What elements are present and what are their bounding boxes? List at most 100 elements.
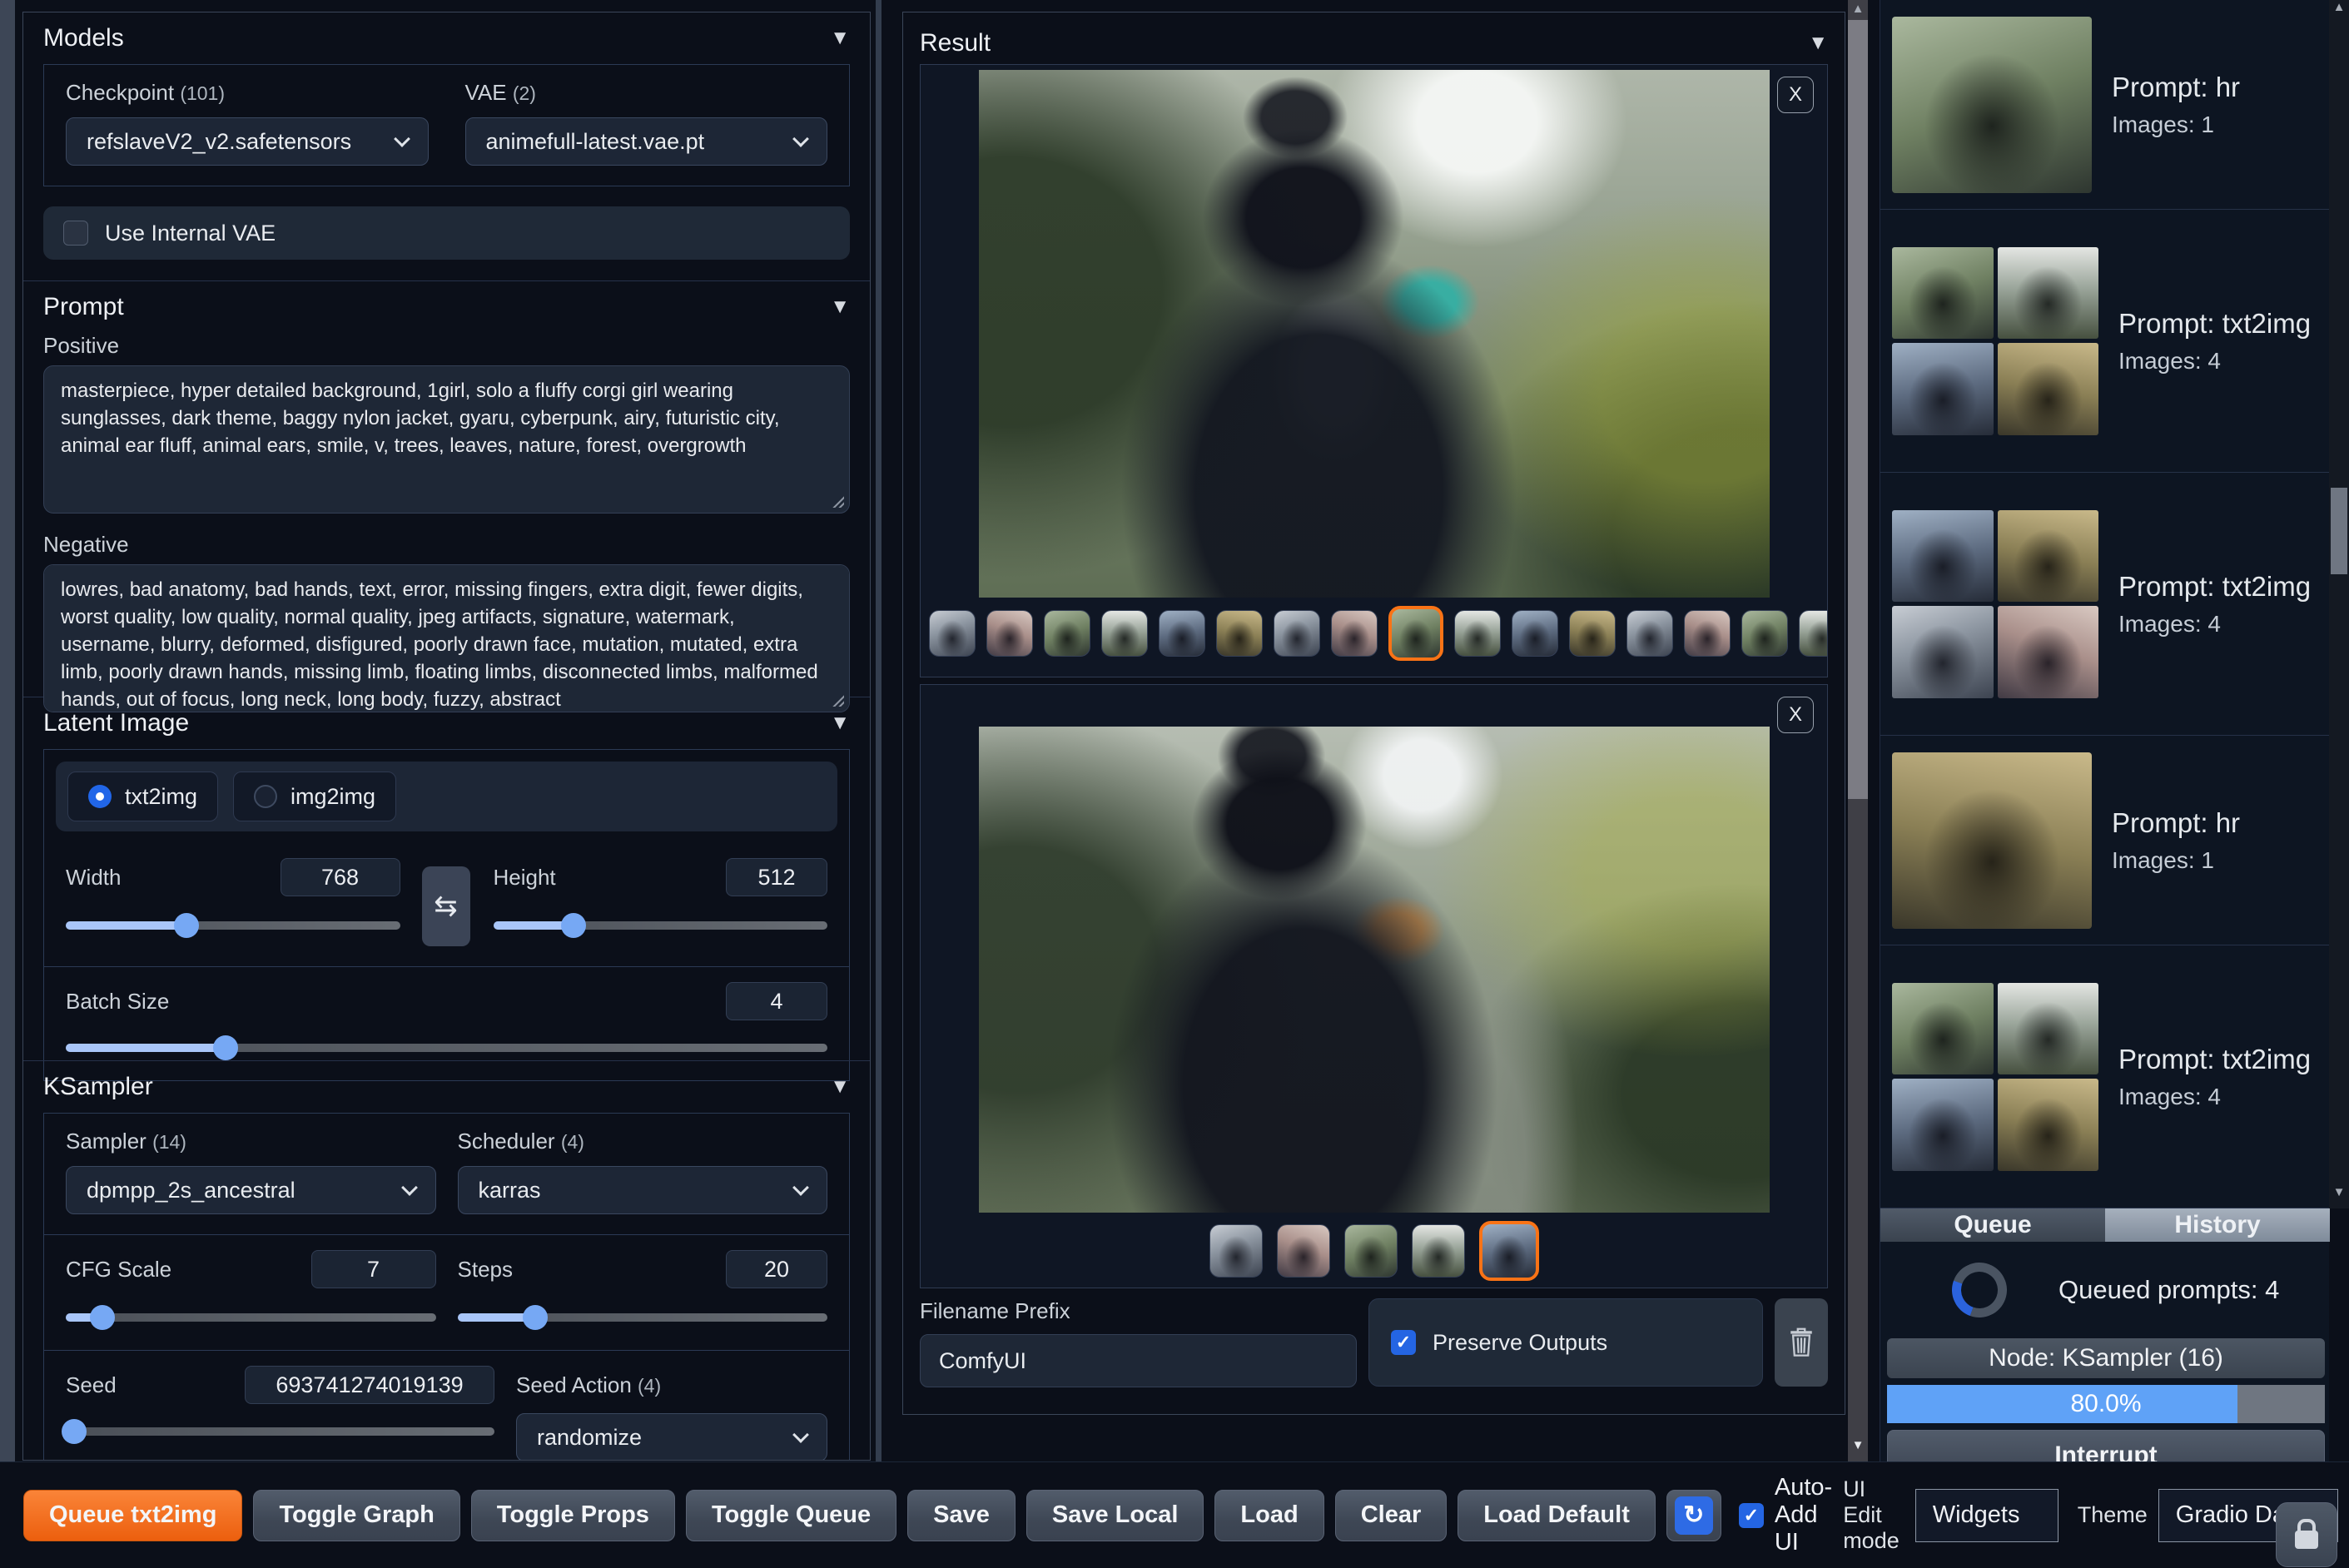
gallery-thumbnail[interactable] (1454, 610, 1501, 657)
gallery-thumbnail[interactable] (1101, 610, 1148, 657)
tab-queue[interactable]: Queue (1880, 1208, 2105, 1242)
filename-prefix-input[interactable]: ComfyUI (920, 1334, 1357, 1387)
gallery-thumbnail[interactable] (1274, 610, 1320, 657)
gallery-thumbnail[interactable] (1512, 610, 1558, 657)
gallery-thumbnail[interactable] (1411, 1224, 1465, 1278)
preserve-outputs-checkbox[interactable]: ✓ (1391, 1330, 1416, 1355)
gallery-thumbnail[interactable] (1044, 610, 1090, 657)
gallery-thumbnail[interactable] (1159, 610, 1205, 657)
toggle-graph-button[interactable]: Toggle Graph (253, 1489, 460, 1541)
collapse-icon[interactable]: ▼ (830, 27, 850, 50)
scroll-down-icon[interactable]: ▼ (2329, 1185, 2349, 1199)
batch-size-slider[interactable] (66, 1035, 827, 1060)
swap-dimensions-button[interactable]: ⇆ (421, 866, 470, 946)
queue-history-tabs: Queue History (1880, 1208, 2330, 1242)
collapse-icon[interactable]: ▼ (1808, 32, 1828, 55)
toggle-props-button[interactable]: Toggle Props (470, 1489, 675, 1541)
gallery-thumbnail[interactable] (1276, 1224, 1330, 1278)
queue-txt2img-button[interactable]: Queue txt2img (23, 1489, 243, 1541)
gallery-thumbnail[interactable] (1569, 610, 1616, 657)
scroll-up-icon[interactable]: ▲ (2329, 0, 2349, 14)
gallery-thumbnail[interactable] (1331, 610, 1378, 657)
slider-handle[interactable] (62, 1419, 87, 1444)
use-internal-vae-label: Use Internal VAE (105, 220, 276, 246)
auto-add-ui-checkbox[interactable]: ✓ (1738, 1502, 1764, 1528)
steps-input[interactable]: 20 (726, 1250, 827, 1288)
width-slider[interactable] (66, 913, 400, 938)
scroll-down-icon[interactable]: ▼ (1848, 1438, 1868, 1452)
history-item-image-count: Images: 1 (2112, 111, 2214, 137)
slider-handle[interactable] (173, 913, 199, 938)
height-input[interactable]: 512 (726, 858, 827, 896)
mode-radio-group: txt2img img2img (56, 762, 837, 831)
gallery-thumbnail[interactable] (929, 610, 976, 657)
slider-handle[interactable] (90, 1305, 116, 1330)
seed-action-dropdown[interactable]: randomize (516, 1413, 827, 1460)
gallery-thumbnail[interactable] (1799, 610, 1827, 657)
left-panel-scrollbar[interactable] (876, 0, 881, 1461)
close-icon[interactable]: X (1777, 697, 1814, 733)
result-image-1[interactable] (978, 70, 1770, 598)
steps-slider[interactable] (457, 1305, 827, 1330)
left-gutter (0, 0, 15, 1461)
negative-prompt-input[interactable]: lowres, bad anatomy, bad hands, text, er… (43, 564, 850, 712)
slider-handle[interactable] (213, 1035, 239, 1060)
checkpoint-dropdown[interactable]: refslaveV2_v2.safetensors (66, 117, 429, 166)
result-image-2[interactable] (978, 727, 1770, 1213)
gallery-thumbnail[interactable] (1343, 1224, 1398, 1278)
main-scrollbar[interactable]: ▲ ▼ (1848, 0, 1868, 1461)
vae-dropdown[interactable]: animefull-latest.vae.pt (464, 117, 827, 166)
tab-history[interactable]: History (2105, 1208, 2330, 1242)
save-local-button[interactable]: Save Local (1026, 1489, 1204, 1541)
lock-ui-button[interactable] (2276, 1502, 2337, 1567)
gallery-thumbnail[interactable] (1478, 1221, 1539, 1281)
load-default-button[interactable]: Load Default (1458, 1489, 1656, 1541)
gallery-thumbnail[interactable] (1741, 610, 1788, 657)
seed-action-label: Seed Action (4) (516, 1372, 662, 1397)
slider-handle[interactable] (560, 913, 586, 938)
history-item[interactable]: Prompt: txt2img Images: 4 (1880, 473, 2330, 736)
history-item[interactable]: Prompt: txt2img Images: 4 (1880, 945, 2330, 1208)
close-icon[interactable]: X (1777, 77, 1814, 113)
clear-button[interactable]: Clear (1334, 1489, 1448, 1541)
scheduler-dropdown[interactable]: karras (457, 1166, 827, 1214)
widgets-select[interactable]: Widgets (1914, 1488, 2058, 1542)
cfg-slider[interactable] (66, 1305, 436, 1330)
width-input[interactable]: 768 (280, 858, 400, 896)
gallery-thumbnail[interactable] (1216, 610, 1263, 657)
history-scrollbar[interactable]: ▲ ▼ (2329, 0, 2349, 1208)
clear-outputs-button[interactable] (1775, 1298, 1828, 1387)
gallery-thumbnail[interactable] (1626, 610, 1673, 657)
height-slider[interactable] (493, 913, 827, 938)
slider-handle[interactable] (522, 1305, 548, 1330)
refresh-button[interactable]: ↻ (1666, 1489, 1721, 1541)
gallery-thumbnail[interactable] (986, 610, 1033, 657)
history-thumbnail (1892, 606, 1994, 698)
collapse-icon[interactable]: ▼ (830, 1075, 850, 1099)
cfg-input[interactable]: 7 (310, 1250, 436, 1288)
save-button[interactable]: Save (907, 1489, 1016, 1541)
gallery-thumbnail[interactable] (1209, 1224, 1263, 1278)
scrollbar-thumb[interactable] (1848, 20, 1868, 799)
scrollbar-thumb[interactable] (2331, 488, 2347, 574)
latent-image-section: Latent Image ▼ txt2img img2img Width 768… (23, 697, 870, 1081)
toggle-queue-button[interactable]: Toggle Queue (685, 1489, 897, 1541)
use-internal-vae-checkbox[interactable] (63, 221, 88, 246)
load-button[interactable]: Load (1214, 1489, 1324, 1541)
positive-prompt-input[interactable]: masterpiece, hyper detailed background, … (43, 365, 850, 514)
radio-img2img[interactable]: img2img (233, 772, 397, 821)
collapse-icon[interactable]: ▼ (830, 295, 850, 319)
collapse-icon[interactable]: ▼ (830, 712, 850, 735)
scroll-up-icon[interactable]: ▲ (1848, 2, 1868, 16)
history-item[interactable]: Prompt: txt2img Images: 4 (1880, 210, 2330, 473)
gallery-thumbnail[interactable] (1684, 610, 1731, 657)
batch-size-input[interactable]: 4 (726, 982, 827, 1020)
gallery-thumbnail[interactable] (1388, 606, 1443, 661)
radio-txt2img[interactable]: txt2img (67, 772, 219, 821)
history-item[interactable]: Prompt: hr Images: 1 (1880, 736, 2330, 945)
seed-input[interactable]: 693741274019139 (245, 1366, 494, 1404)
seed-slider[interactable] (62, 1419, 494, 1444)
sampler-dropdown[interactable]: dpmpp_2s_ancestral (66, 1166, 436, 1214)
steps-label: Steps (457, 1256, 514, 1282)
history-item[interactable]: Prompt: hr Images: 1 (1880, 0, 2330, 210)
